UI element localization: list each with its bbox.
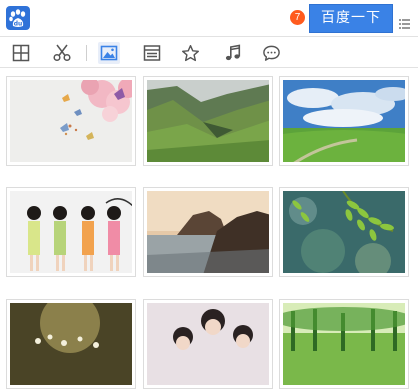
notification-badge[interactable]: 7 — [290, 10, 305, 25]
top-bar: du 7 百度一下 — [0, 0, 418, 36]
gallery-image-group-portrait[interactable] — [143, 299, 273, 389]
gallery-image-green-forest[interactable] — [279, 299, 409, 389]
gallery-image-sunlit-flowers[interactable] — [6, 299, 136, 389]
scissors-icon[interactable] — [51, 42, 73, 64]
dotted-menu-icon[interactable] — [399, 14, 410, 29]
star-icon[interactable] — [179, 42, 201, 64]
toolbar-divider — [86, 45, 87, 61]
toolbar — [0, 36, 418, 68]
gallery-image-sea-cliff[interactable] — [143, 187, 273, 277]
image-gallery — [0, 68, 418, 389]
layout-icon[interactable] — [141, 42, 163, 64]
search-button[interactable]: 百度一下 — [309, 4, 393, 33]
gallery-image-mountain-valley[interactable] — [143, 76, 273, 166]
svg-text:du: du — [14, 21, 23, 28]
baidu-logo-icon[interactable]: du — [6, 6, 30, 30]
gallery-image-grassland[interactable] — [279, 76, 409, 166]
music-note-icon[interactable] — [222, 42, 244, 64]
gallery-image-green-leaves[interactable] — [279, 187, 409, 277]
gallery-image-butterflies-flowers[interactable] — [6, 76, 136, 166]
chat-bubble-icon[interactable] — [260, 42, 282, 64]
gallery-image-girls-dresses[interactable] — [6, 187, 136, 277]
grid-icon[interactable] — [10, 42, 32, 64]
image-icon[interactable] — [98, 42, 120, 64]
